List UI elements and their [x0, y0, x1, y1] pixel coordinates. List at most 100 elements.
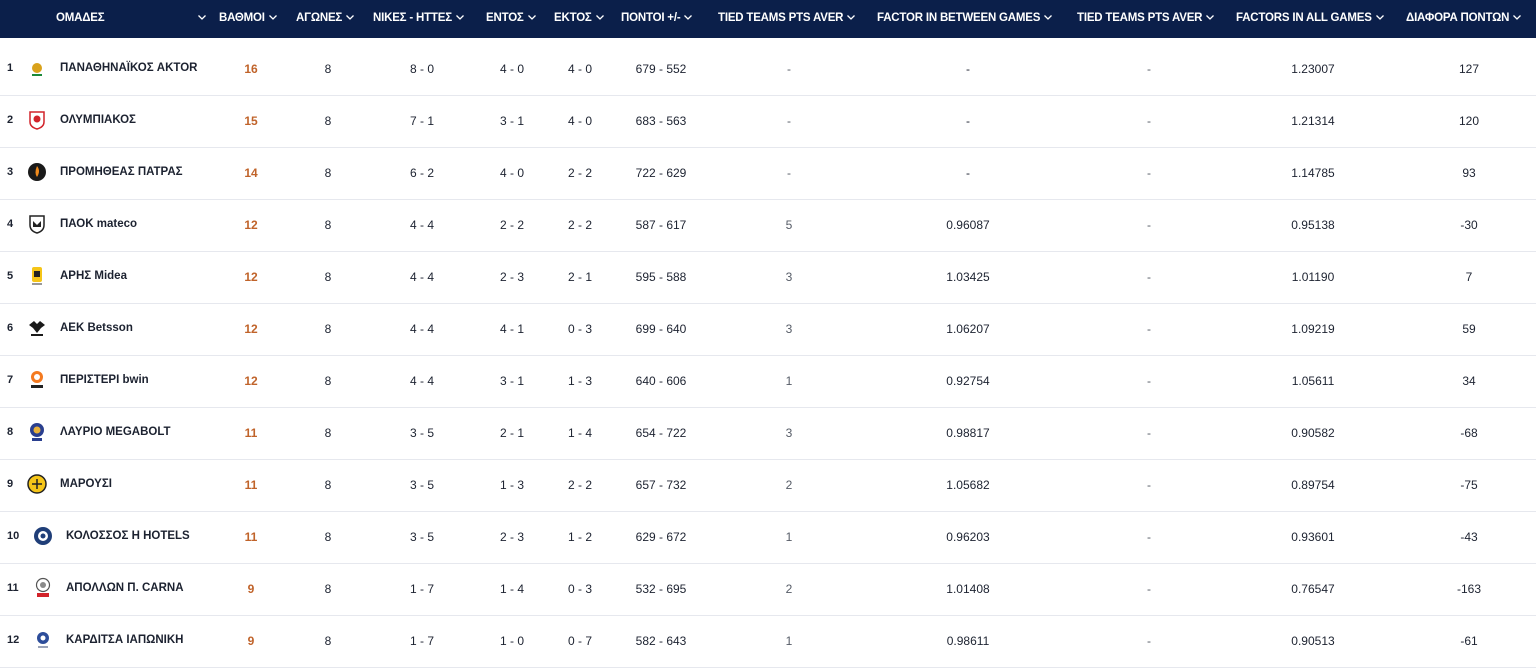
header-games-label: ΑΓΩΝΕΣ	[296, 12, 343, 24]
team-name[interactable]: ΑΠΟΛΛΩΝ Π. CARNA	[66, 563, 184, 615]
header-factor-between-label: FACTOR IN BETWEEN GAMES	[877, 12, 1041, 24]
team-name[interactable]: ΑΡΗΣ Midea	[60, 251, 127, 303]
points-for-against-cell: 699 - 640	[635, 322, 687, 336]
points-for-against-cell: 722 - 629	[635, 166, 687, 180]
tied-pts-aver-2-cell: -	[1147, 322, 1151, 336]
team-name[interactable]: ΜΑΡΟΥΣΙ	[60, 459, 112, 511]
table-row[interactable]: 6 AEK Betsson 12 8 4 - 44 - 10 - 3 699 - 640 3…	[0, 303, 1536, 356]
factor-all-cell: 0.90582	[1291, 426, 1335, 440]
team-name[interactable]: ΠΕΡΙΣΤΕΡΙ bwin	[60, 355, 149, 407]
sort-factor-all[interactable]: FACTORS IN ALL GAMES	[1236, 0, 1385, 38]
points-for-against-cell: 657 - 732	[635, 478, 687, 492]
chevron-down-icon	[345, 12, 355, 22]
standings-header: ΟΜΑΔΕΣ ΒΑΘΜΟΙ ΑΓΩΝΕΣ ΝΙΚΕΣ - ΗΤΤΕΣ ΕΝΤΟΣ…	[0, 0, 1536, 38]
tied-pts-aver-cell: 3	[785, 322, 793, 336]
factor-between-cell: 0.92754	[946, 374, 990, 388]
table-row[interactable]: 5 ΑΡΗΣ Midea 12 8 4 - 42 - 32 - 1 595 - 588 3 1…	[0, 251, 1536, 304]
tied-pts-aver-2-cell: -	[1147, 530, 1151, 544]
table-row[interactable]: 12 ΚΑΡΔΙΤΣΑ ΙΑΠΩΝΙΚΗ 9 8 1 - 71 - 00 - 7 582 …	[0, 615, 1536, 668]
table-row[interactable]: 11 ΑΠΟΛΛΩΝ Π. CARNA 9 8 1 - 71 - 40 - 3 532 -…	[0, 563, 1536, 616]
factor-all-cell: 1.21314	[1291, 114, 1335, 128]
header-home-label: ΕΝΤΟΣ	[486, 12, 524, 24]
factor-between-cell: 1.03425	[946, 270, 990, 284]
header-factor-all-label: FACTORS IN ALL GAMES	[1236, 12, 1372, 24]
rank-cell: 10	[7, 530, 20, 542]
points-diff-cell: -43	[1460, 530, 1478, 544]
team-name[interactable]: ΠΑΟΚ mateco	[60, 199, 137, 251]
points-diff-cell: -68	[1460, 426, 1478, 440]
factor-all-cell: 0.95138	[1291, 218, 1335, 232]
points-diff-cell: -61	[1460, 634, 1478, 648]
points-diff-cell: -30	[1460, 218, 1478, 232]
factor-all-cell: 0.90513	[1291, 634, 1335, 648]
sort-points[interactable]: ΒΑΘΜΟΙ	[219, 0, 278, 38]
sort-tied-pts-aver[interactable]: TIED TEAMS PTS AVER	[718, 0, 856, 38]
rank-cell: 6	[7, 322, 14, 334]
sort-points-for-against[interactable]: ΠΟΝΤΟΙ +/-	[621, 0, 693, 38]
chevron-down-icon	[595, 12, 605, 22]
table-row[interactable]: 8 ΛΑΥΡΙΟ MEGABOLT 11 8 3 - 52 - 11 - 4 654 - …	[0, 407, 1536, 460]
aris-logo	[26, 265, 48, 287]
chevron-down-icon	[527, 12, 537, 22]
tied-pts-aver-2-cell: -	[1147, 62, 1151, 76]
points-for-against-cell: 679 - 552	[635, 62, 687, 76]
rank-cell: 1	[7, 62, 14, 74]
table-row[interactable]: 4 ΠΑΟΚ mateco 12 8 4 - 42 - 22 - 2 587 - 617 5…	[0, 199, 1536, 252]
panathinaikos-logo	[26, 57, 48, 79]
factor-all-cell: 1.09219	[1291, 322, 1335, 336]
rank-cell: 9	[7, 478, 14, 490]
points-for-against-cell: 629 - 672	[635, 530, 687, 544]
sort-games[interactable]: ΑΓΩΝΕΣ	[296, 0, 355, 38]
team-name[interactable]: AEK Betsson	[60, 303, 133, 355]
apollon-logo	[32, 577, 54, 599]
table-row[interactable]: 2 ΟΛΥΜΠΙΑΚΟΣ 15 8 7 - 13 - 14 - 0 683 - 563- -…	[0, 95, 1536, 148]
team-name[interactable]: ΛΑΥΡΙΟ MEGABOLT	[60, 407, 171, 459]
factor-between-cell: -	[966, 62, 970, 76]
table-row[interactable]: 10 ΚΟΛΟΣΣΟΣ H HOTELS 11 8 3 - 52 - 31 - 2 629…	[0, 511, 1536, 564]
team-name[interactable]: ΚΑΡΔΙΤΣΑ ΙΑΠΩΝΙΚΗ	[66, 615, 183, 667]
chevron-down-icon	[197, 12, 207, 22]
sort-points-diff[interactable]: ΔΙΑΦΟΡΑ ΠΟΝΤΩΝ	[1406, 0, 1522, 38]
points-diff-cell: 93	[1462, 166, 1476, 180]
sort-away[interactable]: ΕΚΤΟΣ	[554, 0, 605, 38]
sort-teams-chevron[interactable]	[194, 0, 207, 38]
team-name[interactable]: ΟΛΥΜΠΙΑΚΟΣ	[60, 95, 136, 147]
lavrio-logo	[26, 421, 48, 443]
sort-teams[interactable]: ΟΜΑΔΕΣ	[56, 0, 105, 38]
sort-home[interactable]: ΕΝΤΟΣ	[486, 0, 537, 38]
header-tied1-label: TIED TEAMS PTS AVER	[718, 12, 844, 24]
sort-wins-losses[interactable]: ΝΙΚΕΣ - ΗΤΤΕΣ	[373, 0, 465, 38]
table-row[interactable]: 1 ΠΑΝΑΘΗΝΑΪΚΟΣ AKTOR 16 8 8 - 04 - 04 - 0 679…	[0, 43, 1536, 96]
tied-pts-aver-cell: -	[787, 62, 791, 76]
rank-cell: 8	[7, 426, 14, 438]
tied-pts-aver-cell: -	[787, 166, 791, 180]
team-name[interactable]: ΠΑΝΑΘΗΝΑΪΚΟΣ AKTOR	[60, 43, 197, 95]
tied-pts-aver-2-cell: -	[1147, 270, 1151, 284]
rank-cell: 7	[7, 374, 14, 386]
sort-factor-between[interactable]: FACTOR IN BETWEEN GAMES	[877, 0, 1053, 38]
points-for-against-cell: 595 - 588	[635, 270, 687, 284]
factor-between-cell: 0.98611	[946, 634, 990, 648]
factor-between-cell: 1.06207	[946, 322, 990, 336]
header-tied2-label: TIED TEAMS PTS AVER	[1077, 12, 1203, 24]
tied-pts-aver-cell: 1	[785, 634, 793, 648]
points-diff-cell: -163	[1456, 582, 1482, 596]
promitheas-logo	[26, 161, 48, 183]
table-row[interactable]: 3 ΠΡΟΜΗΘΕΑΣ ΠΑΤΡΑΣ 14 8 6 - 24 - 02 - 2 722 -…	[0, 147, 1536, 200]
table-row[interactable]: 7 ΠΕΡΙΣΤΕΡΙ bwin 12 8 4 - 43 - 11 - 3 640 - 6…	[0, 355, 1536, 408]
table-row[interactable]: 9 ΜΑΡΟΥΣΙ 11 8 3 - 51 - 32 - 2 657 - 732 2 1.05…	[0, 459, 1536, 512]
tied-pts-aver-2-cell: -	[1147, 114, 1151, 128]
tied-pts-aver-2-cell: -	[1147, 478, 1151, 492]
sort-tied-pts-aver-2[interactable]: TIED TEAMS PTS AVER	[1077, 0, 1215, 38]
header-points-label: ΒΑΘΜΟΙ	[219, 12, 265, 24]
points-diff-cell: 34	[1462, 374, 1476, 388]
tied-pts-aver-cell: 5	[785, 218, 793, 232]
aek-logo	[26, 317, 48, 339]
chevron-down-icon	[683, 12, 693, 22]
chevron-down-icon	[455, 12, 465, 22]
team-name[interactable]: ΚΟΛΟΣΣΟΣ H HOTELS	[66, 511, 190, 563]
chevron-down-icon	[846, 12, 856, 22]
tied-pts-aver-2-cell: -	[1147, 374, 1151, 388]
factor-between-cell: -	[966, 114, 970, 128]
team-name[interactable]: ΠΡΟΜΗΘΕΑΣ ΠΑΤΡΑΣ	[60, 147, 183, 199]
